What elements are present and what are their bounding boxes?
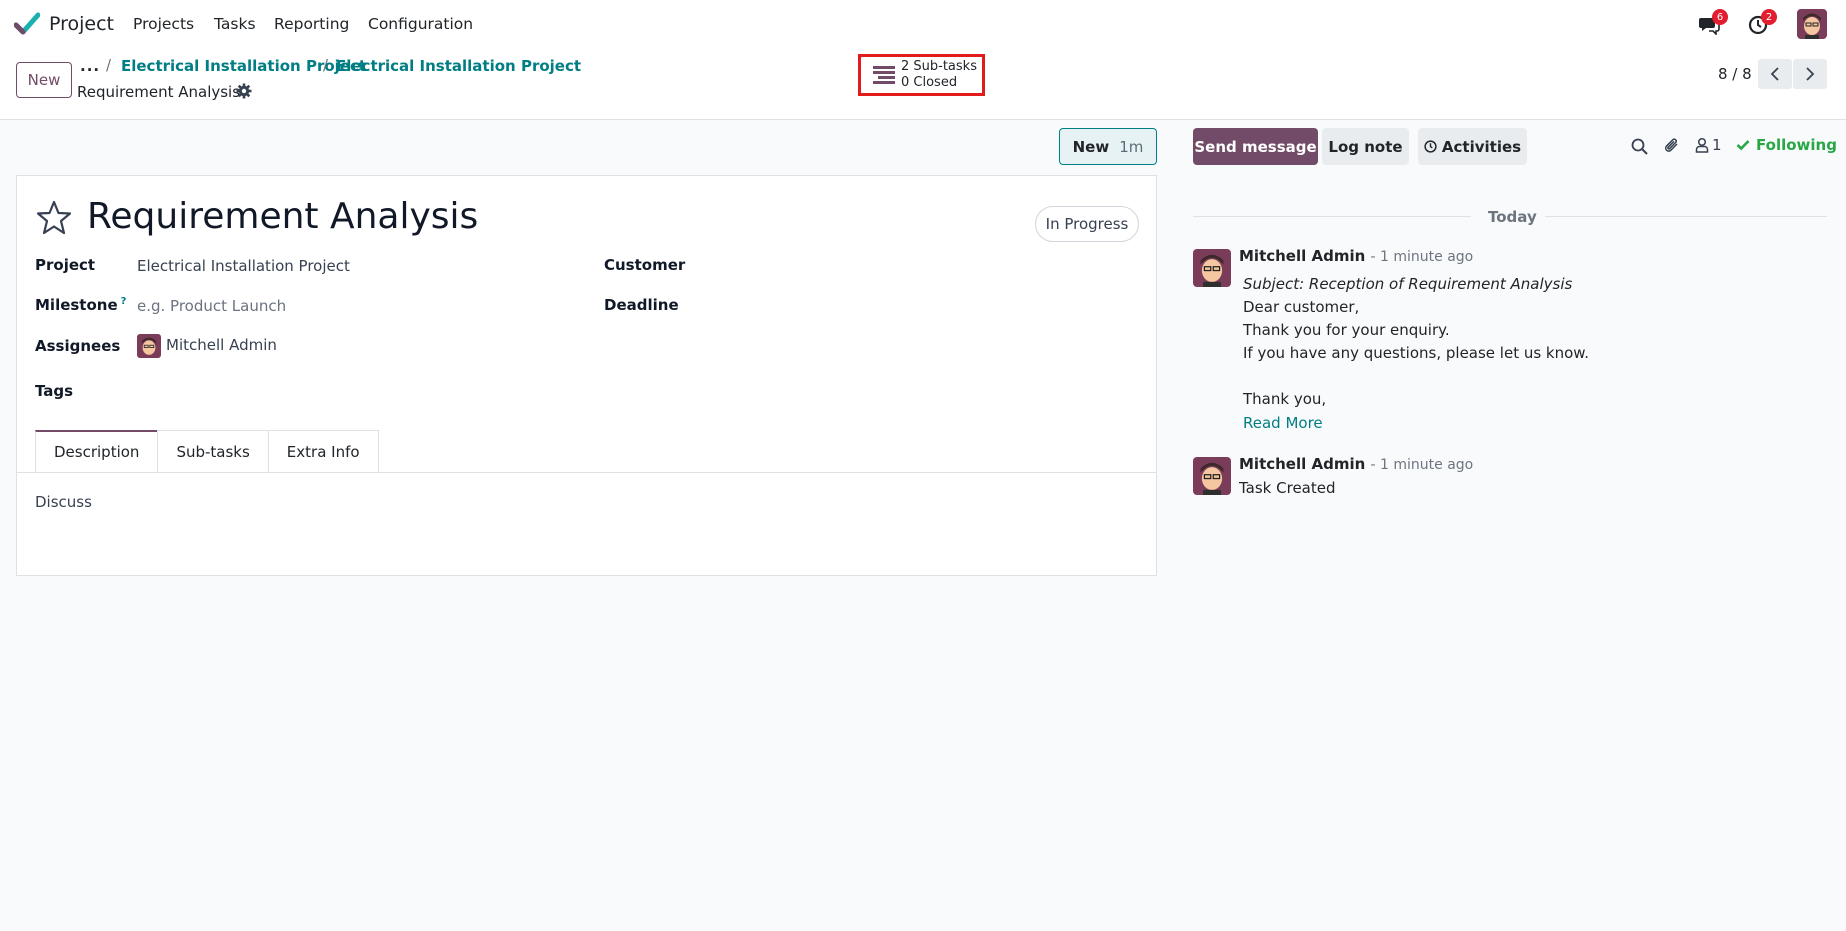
search-icon[interactable]: [1629, 136, 1649, 156]
activities-button[interactable]: Activities: [1418, 128, 1527, 165]
message-time: - 1 minute ago: [1370, 249, 1474, 265]
task-title[interactable]: Requirement Analysis: [87, 196, 478, 237]
date-divider-right: [1545, 216, 1827, 217]
customer-label: Customer: [604, 256, 686, 274]
message-avatar[interactable]: [1193, 457, 1231, 495]
milestone-field[interactable]: e.g. Product Launch: [137, 297, 286, 315]
activities-clock-icon[interactable]: 2: [1745, 9, 1777, 38]
milestone-label: Milestone?: [35, 296, 127, 314]
menu-configuration[interactable]: Configuration: [368, 15, 473, 33]
pager-previous-button[interactable]: [1758, 59, 1792, 89]
activities-badge: 2: [1761, 9, 1777, 25]
stage-new-button[interactable]: New 1m: [1059, 128, 1157, 165]
gear-icon[interactable]: [235, 82, 253, 100]
subtasks-count: 2 Sub-tasks: [901, 59, 977, 74]
messages-badge: 6: [1712, 9, 1728, 25]
activities-label: Activities: [1441, 137, 1522, 156]
message-body: Task Created: [1239, 479, 1336, 497]
star-priority-icon[interactable]: [35, 199, 73, 237]
message-avatar[interactable]: [1193, 249, 1231, 287]
tags-label: Tags: [35, 382, 74, 400]
paperclip-icon[interactable]: [1662, 136, 1682, 156]
chevron-right-icon: [1806, 67, 1815, 81]
message-line: If you have any questions, please let us…: [1243, 344, 1589, 362]
menu-tasks[interactable]: Tasks: [214, 15, 256, 33]
assignees-field[interactable]: Mitchell Admin: [166, 336, 277, 354]
tab-extra-info[interactable]: Extra Info: [267, 430, 379, 472]
message-author: Mitchell Admin - 1 minute ago: [1239, 247, 1474, 265]
app-name[interactable]: Project: [49, 13, 114, 35]
message-subject: Subject: Reception of Requirement Analys…: [1243, 275, 1573, 293]
tab-sub-tasks[interactable]: Sub-tasks: [157, 430, 269, 472]
subtasks-icon: [873, 66, 895, 84]
pager-value[interactable]: 8 / 8: [1718, 65, 1752, 83]
pager-next-button[interactable]: [1793, 59, 1827, 89]
check-icon: [1736, 140, 1750, 151]
read-more-link[interactable]: Read More: [1243, 414, 1323, 432]
following-label: Following: [1756, 136, 1837, 154]
followers-count: 1: [1712, 136, 1722, 154]
message-line: Thank you for your enquiry.: [1243, 321, 1450, 339]
milestone-help-icon[interactable]: ?: [121, 296, 127, 307]
breadcrumb-project-link-2[interactable]: Electrical Installation Project: [336, 57, 581, 75]
stage-label: New: [1072, 137, 1110, 156]
tabs-divider: [17, 472, 1156, 473]
description-content[interactable]: Discuss: [35, 493, 92, 511]
tab-description[interactable]: Description: [35, 430, 159, 472]
log-note-button[interactable]: Log note: [1322, 128, 1409, 165]
assignee-avatar: [137, 334, 161, 358]
message-line: Dear customer,: [1243, 298, 1360, 316]
deadline-label: Deadline: [604, 296, 679, 314]
breadcrumb-project-link[interactable]: Electrical Installation Project: [121, 57, 366, 75]
clock-icon: [1424, 140, 1437, 153]
form-tabs: Description Sub-tasks Extra Info: [35, 430, 379, 472]
followers-button[interactable]: 1: [1695, 136, 1722, 154]
control-panel: New ... / Electrical Installation Projec…: [0, 48, 1846, 120]
stage-time: 1m: [1119, 137, 1144, 156]
record-title: Requirement Analysis: [77, 83, 241, 101]
project-label: Project: [35, 256, 96, 274]
project-field[interactable]: Electrical Installation Project: [137, 257, 350, 275]
chevron-left-icon: [1770, 67, 1779, 81]
assignees-label: Assignees: [35, 337, 121, 355]
project-app-logo-icon[interactable]: [14, 12, 40, 36]
new-record-button[interactable]: New: [16, 62, 72, 98]
message-line: Thank you,: [1243, 390, 1327, 408]
top-navbar: Project Projects Tasks Reporting Configu…: [0, 0, 1846, 48]
breadcrumb-separator: /: [106, 56, 112, 74]
date-separator: Today: [1488, 208, 1537, 226]
send-message-button[interactable]: Send message: [1193, 128, 1318, 165]
user-avatar[interactable]: [1797, 9, 1827, 39]
task-form-sheet: Requirement Analysis In Progress Project…: [16, 175, 1157, 576]
subtasks-closed: 0 Closed: [901, 75, 958, 90]
date-divider-left: [1193, 216, 1471, 217]
message-time: - 1 minute ago: [1370, 457, 1474, 473]
menu-reporting[interactable]: Reporting: [274, 15, 349, 33]
breadcrumb-more-button[interactable]: ...: [80, 57, 100, 75]
user-icon: [1695, 137, 1709, 153]
messages-icon[interactable]: 6: [1696, 9, 1728, 38]
breadcrumb-separator: /: [323, 56, 329, 74]
menu-projects[interactable]: Projects: [133, 15, 194, 33]
following-button[interactable]: Following: [1736, 136, 1837, 154]
subtasks-smart-button[interactable]: 2 Sub-tasks 0 Closed: [858, 54, 985, 96]
task-status-button[interactable]: In Progress: [1035, 206, 1139, 242]
message-author: Mitchell Admin - 1 minute ago: [1239, 455, 1474, 473]
